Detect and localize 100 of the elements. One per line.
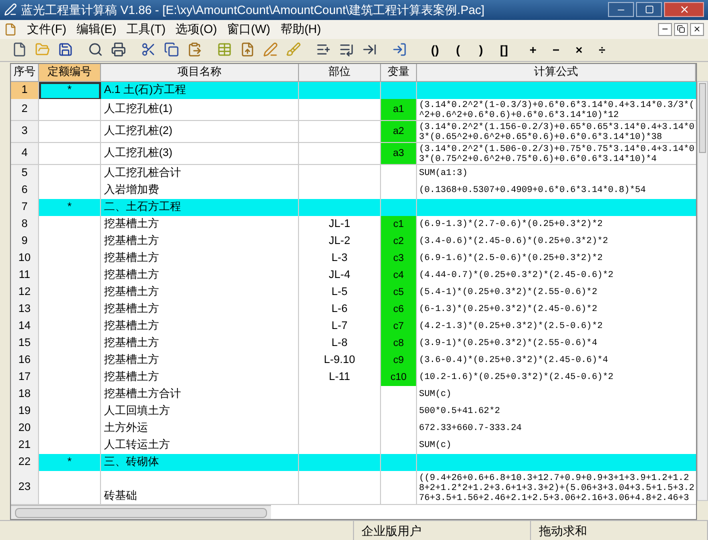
close-button[interactable] — [690, 22, 704, 36]
operator-button[interactable]: − — [545, 40, 567, 60]
row-number[interactable]: 5 — [11, 165, 39, 183]
table-cell: 挖基槽土方 — [101, 352, 299, 370]
operator-button[interactable]: () — [424, 40, 446, 60]
horizontal-scrollbar[interactable] — [11, 505, 271, 520]
row-number[interactable]: 16 — [11, 352, 39, 370]
operator-button[interactable]: ÷ — [591, 40, 613, 60]
row-number[interactable]: 17 — [11, 369, 39, 387]
table-cell: 人工挖孔桩(2) — [101, 121, 299, 144]
table-cell: 砖基础 — [101, 471, 299, 506]
table-cell — [39, 121, 101, 144]
table-cell: (3.14*0.2^2*(1.506-0.2/3)+0.75*0.75*3.14*0.4+3.14*0 3*(0.75^2+0.6^2+0.75*0.6)+0.6*0.6*3.14*10)*4 — [417, 143, 696, 166]
menu-item[interactable]: 编辑(E) — [76, 20, 116, 38]
row-number[interactable]: 21 — [11, 437, 39, 455]
table-cell: 挖基槽土方 — [101, 369, 299, 387]
table-cell: L-9.10 — [299, 352, 381, 370]
operator-button[interactable]: ) — [470, 40, 492, 60]
table-cell: c3 — [381, 250, 417, 268]
table-cell: c2 — [381, 233, 417, 251]
close-button[interactable] — [664, 2, 704, 18]
table-cell: 挖基槽土方合计 — [101, 386, 299, 404]
table-cell — [39, 471, 101, 506]
table-cell: c6 — [381, 301, 417, 319]
table-cell: c9 — [381, 352, 417, 370]
maximize-icon — [644, 5, 654, 14]
table-cell: * — [39, 199, 101, 217]
table-cell: 二、土石方工程 — [101, 199, 299, 217]
column-header[interactable]: 项目名称 — [101, 64, 299, 82]
table-cell: 土方外运 — [101, 420, 299, 438]
table-cell: (3.14*0.2^2*(1-0.3/3)+0.6*0.6*3.14*0.4+3.14*0.3/3*( ^2+0.6^2+0.6*0.6)+0.6*0.6*3.14*10)*12 — [417, 99, 696, 122]
row-number[interactable]: 18 — [11, 386, 39, 404]
column-header[interactable]: 部位 — [299, 64, 381, 82]
table-cell — [39, 216, 101, 234]
row-number[interactable]: 11 — [11, 267, 39, 285]
operator-button[interactable]: + — [522, 40, 544, 60]
table-cell: c5 — [381, 284, 417, 302]
column-header[interactable]: 计算公式 — [417, 64, 696, 82]
row-number[interactable]: 23 — [11, 471, 39, 506]
table-cell: 挖基槽土方 — [101, 233, 299, 251]
row-number[interactable]: 22 — [11, 454, 39, 472]
table-cell: L-5 — [299, 284, 381, 302]
menu-item[interactable]: 窗口(W) — [226, 20, 270, 38]
table-cell: 人工挖孔桩(1) — [101, 99, 299, 122]
row-number[interactable]: 13 — [11, 301, 39, 319]
row-number[interactable]: 6 — [11, 182, 39, 200]
table-cell: JL-1 — [299, 216, 381, 234]
table-cell: JL-4 — [299, 267, 381, 285]
row-number[interactable]: 14 — [11, 318, 39, 336]
window-title: 蓝光工程量计算稿 V1.86 - [E:\xy\AmountCount\AmountCount\建筑工程计算表案例.Pac] — [21, 2, 484, 19]
row-number[interactable]: 1 — [11, 82, 39, 100]
menu-item[interactable]: 帮助(H) — [280, 20, 321, 38]
table-cell: 入岩增加费 — [101, 182, 299, 200]
row-number[interactable]: 8 — [11, 216, 39, 234]
maximize-button[interactable] — [636, 2, 662, 18]
vertical-scrollbar[interactable] — [697, 81, 708, 502]
table-cell — [381, 199, 417, 217]
row-number[interactable]: 9 — [11, 233, 39, 251]
row-number[interactable]: 20 — [11, 420, 39, 438]
row-number[interactable]: 7 — [11, 199, 39, 217]
table-cell — [39, 437, 101, 455]
table-cell — [381, 454, 417, 472]
status-text: 企业版用户 — [354, 521, 531, 540]
table-cell — [381, 182, 417, 200]
table-cell: 人工挖孔桩合计 — [101, 165, 299, 183]
row-number[interactable]: 2 — [11, 99, 39, 122]
row-number[interactable]: 3 — [11, 121, 39, 144]
table-cell: c8 — [381, 335, 417, 353]
menu-item[interactable]: 文件(F) — [27, 20, 66, 38]
column-header[interactable]: 序号 — [11, 64, 39, 82]
menu-item[interactable]: 工具(T) — [126, 20, 166, 38]
table-cell: c4 — [381, 267, 417, 285]
operator-button[interactable]: × — [568, 40, 590, 60]
table-cell — [39, 143, 101, 166]
table-cell: 挖基槽土方 — [101, 284, 299, 302]
row-number[interactable]: 12 — [11, 284, 39, 302]
table-cell: 人工挖孔桩(3) — [101, 143, 299, 166]
operator-button[interactable]: [] — [493, 40, 515, 60]
row-number[interactable]: 15 — [11, 335, 39, 353]
table-cell: 挖基槽土方 — [101, 318, 299, 336]
table-cell: 挖基槽土方 — [101, 267, 299, 285]
table-cell: ((9.4+26+0.6+6.8+10.3+12.7+0.9+0.9+3+1+3.9+1.2+1.2 8+2+1.2*2+1.2+3.6+1+3.3+2)+(5.06+3+3.04+3.5+1.5+3.2 76+3.5+1.56+2.46+2.1+2.5+3.06+2.16+3.06+4.8+2.46+3 — [417, 471, 696, 506]
table-cell: c7 — [381, 318, 417, 336]
restore-button[interactable] — [674, 22, 688, 36]
table-cell — [39, 182, 101, 200]
table-cell: 人工转运土方 — [101, 437, 299, 455]
table-cell: 三、砖砌体 — [101, 454, 299, 472]
row-number[interactable]: 19 — [11, 403, 39, 421]
table-cell: c1 — [381, 216, 417, 234]
table-cell: L-8 — [299, 335, 381, 353]
column-header[interactable]: 变量 — [381, 64, 417, 82]
operator-button[interactable]: ( — [447, 40, 469, 60]
table-cell: (3.14*0.2^2*(1.156-0.2/3)+0.65*0.65*3.14*0.4+3.14*0 3*(0.65^2+0.6^2+0.65*0.6)+0.6*0.6*3.14*10)*38 — [417, 121, 696, 144]
table-cell: 挖基槽土方 — [101, 250, 299, 268]
restore-icon — [677, 25, 685, 34]
row-number[interactable]: 10 — [11, 250, 39, 268]
menu-item[interactable]: 选项(O) — [176, 20, 217, 38]
minimize-button[interactable] — [658, 22, 672, 36]
column-header[interactable]: 定额编号 — [39, 64, 101, 82]
row-number[interactable]: 4 — [11, 143, 39, 166]
